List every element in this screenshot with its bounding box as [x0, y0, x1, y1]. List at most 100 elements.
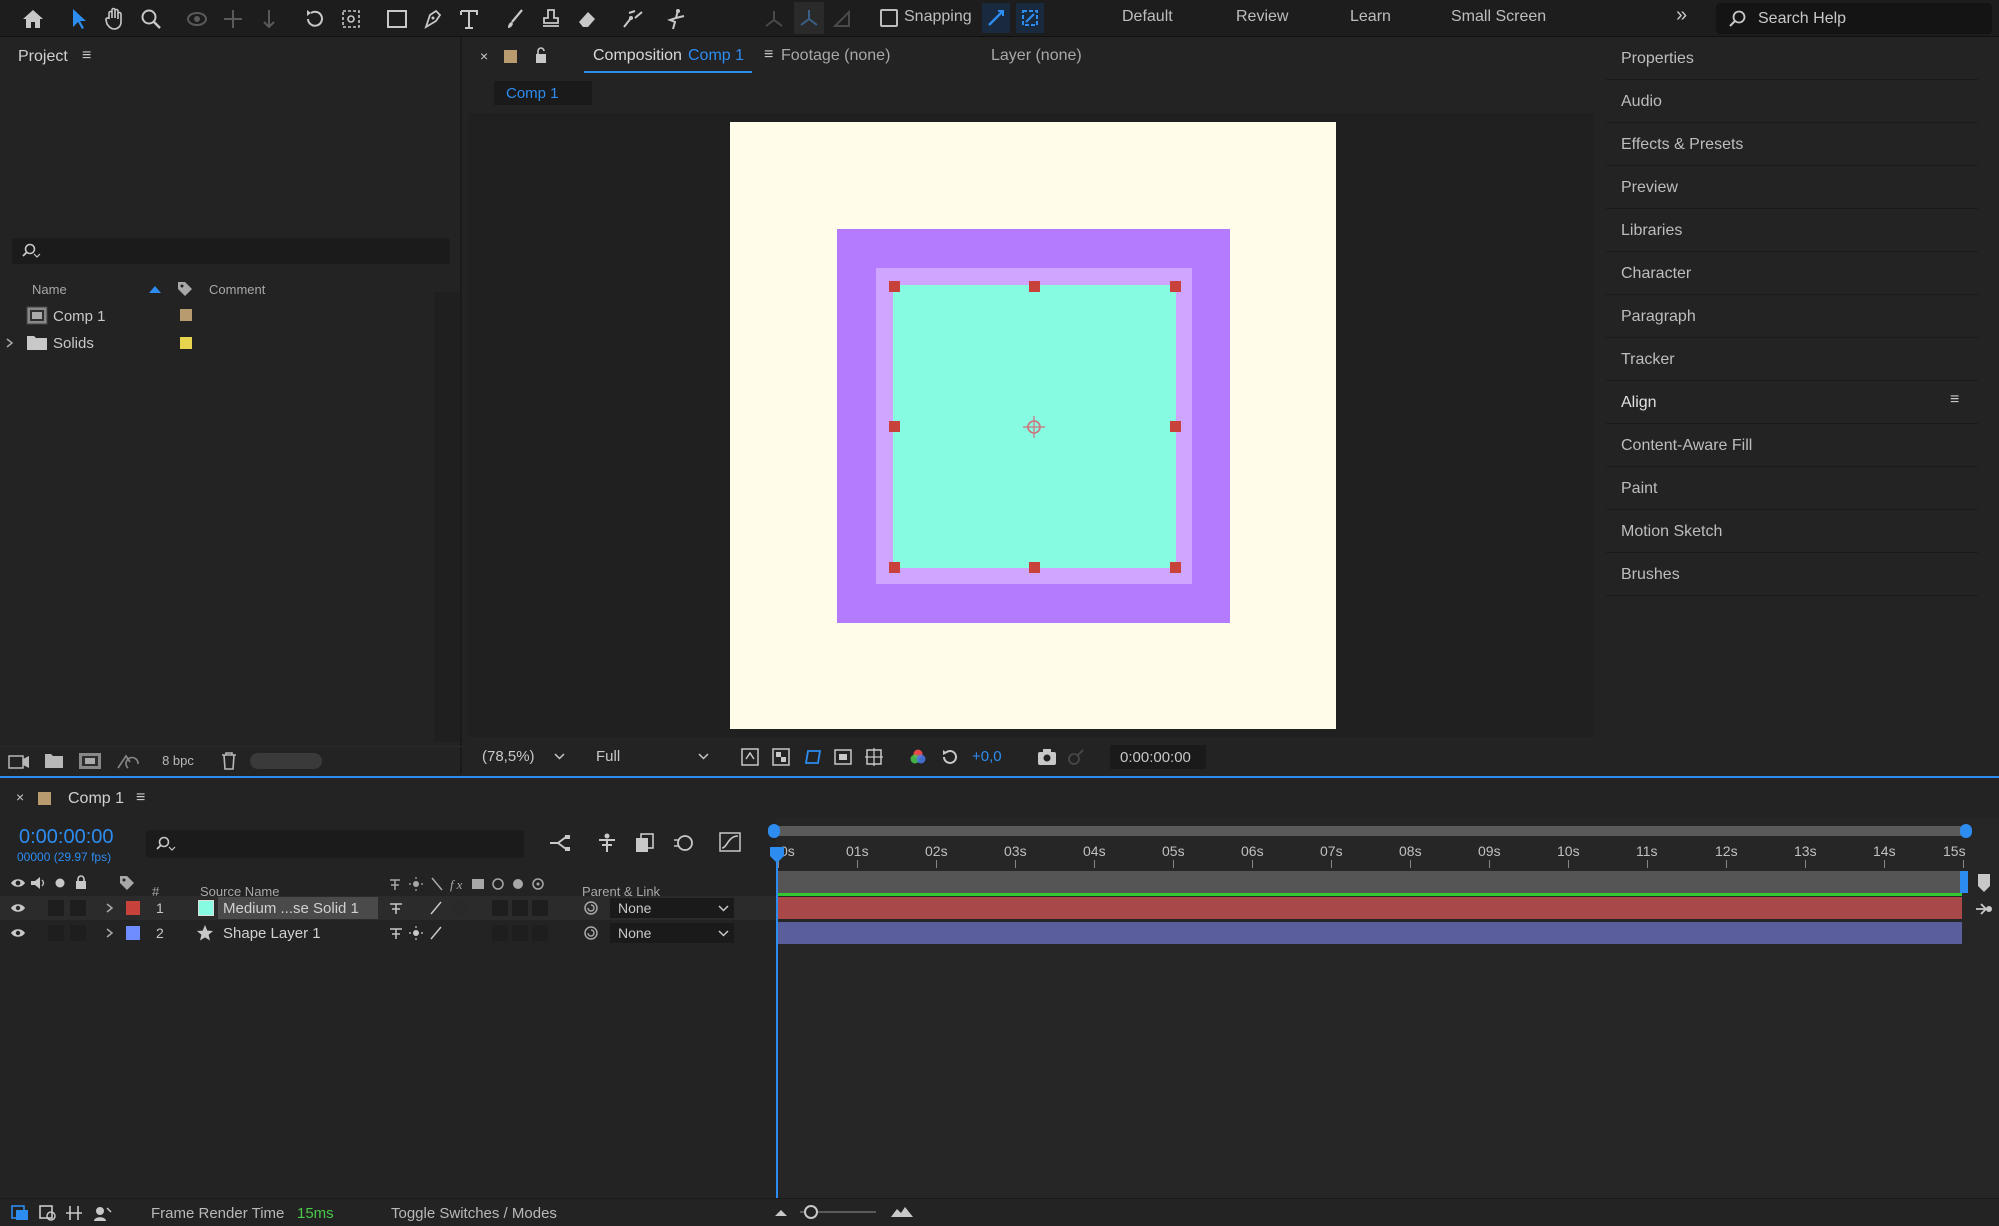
label-color-swatch[interactable]	[180, 309, 192, 321]
eraser-tool-icon[interactable]	[572, 4, 602, 34]
project-menu-icon[interactable]: ≡	[82, 47, 91, 65]
shy-switch-icon[interactable]	[388, 925, 404, 941]
panel-audio[interactable]: Audio	[1606, 81, 1978, 123]
quality-switch-icon[interactable]	[428, 900, 444, 916]
new-composition-icon[interactable]	[78, 752, 102, 770]
layer-bar-shape[interactable]	[776, 922, 1962, 944]
layer-bar-solid[interactable]	[776, 897, 1962, 919]
layer-name[interactable]: Shape Layer 1	[223, 925, 321, 942]
adjustment-switch[interactable]	[512, 925, 528, 941]
workspace-review[interactable]: Review	[1236, 8, 1288, 26]
clone-stamp-tool-icon[interactable]	[536, 4, 566, 34]
local-axis-icon[interactable]	[760, 4, 788, 34]
transform-handle[interactable]	[889, 421, 900, 432]
frame-blending-icon[interactable]	[634, 832, 656, 854]
pen-tool-icon[interactable]	[418, 4, 448, 34]
lock-switch[interactable]	[70, 925, 86, 941]
label-column-icon[interactable]	[176, 280, 194, 298]
snapshot-icon[interactable]	[1036, 747, 1058, 767]
align-menu-icon[interactable]: ≡	[1950, 391, 1959, 409]
effect-switch[interactable]	[452, 900, 468, 916]
motion-blur-switch[interactable]	[492, 925, 508, 941]
workspace-default[interactable]: Default	[1122, 8, 1173, 26]
exposure-value[interactable]: +0,0	[972, 748, 1002, 765]
type-tool-icon[interactable]	[454, 4, 484, 34]
transform-handle[interactable]	[1029, 281, 1040, 292]
panel-character[interactable]: Character	[1606, 253, 1978, 295]
switches-header-icons[interactable]: fx	[388, 876, 554, 892]
panel-properties[interactable]: Properties	[1606, 38, 1978, 80]
project-item-comp[interactable]: Comp 1	[0, 303, 434, 329]
eye-icon[interactable]	[10, 927, 26, 939]
layer-label-color[interactable]	[126, 901, 140, 915]
label-header-icon[interactable]	[118, 875, 136, 891]
interpret-footage-icon[interactable]	[8, 753, 30, 771]
roto-brush-tool-icon[interactable]	[618, 4, 648, 34]
chevron-right-icon[interactable]	[6, 338, 14, 348]
bit-depth-button[interactable]: 8 bpc	[150, 751, 206, 771]
rotation-tool-icon[interactable]	[300, 4, 330, 34]
fast-previews-icon[interactable]	[740, 747, 760, 767]
quality-switch-icon[interactable]	[428, 925, 444, 941]
new-folder-icon[interactable]	[44, 752, 64, 770]
panel-paint[interactable]: Paint	[1606, 468, 1978, 510]
shy-layers-icon[interactable]	[596, 832, 618, 854]
collapse-switch-icon[interactable]	[408, 925, 424, 941]
world-axis-icon[interactable]	[794, 2, 824, 34]
tab-composition-name[interactable]: Comp 1	[688, 47, 744, 65]
lock-icon[interactable]	[534, 47, 548, 64]
sort-ascending-icon[interactable]	[148, 285, 162, 294]
resolution-dropdown[interactable]: Full	[588, 745, 712, 769]
adjust-settings-icon[interactable]	[116, 752, 140, 770]
timecode-display[interactable]: 0:00:00:00	[1110, 745, 1206, 769]
chevron-right-icon[interactable]	[106, 903, 114, 913]
transform-handle[interactable]	[889, 562, 900, 573]
lock-switch[interactable]	[70, 900, 86, 916]
playhead-icon[interactable]	[769, 846, 785, 864]
orbit-tool-icon[interactable]	[182, 4, 212, 34]
anchor-point-icon[interactable]	[1020, 414, 1048, 440]
solo-switch[interactable]	[48, 900, 64, 916]
close-icon[interactable]: ×	[480, 48, 488, 64]
rectangle-tool-icon[interactable]	[382, 4, 412, 34]
thumbnail-slider[interactable]	[250, 753, 322, 769]
solo-switch[interactable]	[48, 925, 64, 941]
trash-icon[interactable]	[220, 751, 238, 771]
magnification-dropdown[interactable]: (78,5%)	[474, 745, 568, 769]
reset-exposure-icon[interactable]	[940, 747, 960, 767]
dolly-tool-icon[interactable]	[254, 4, 284, 34]
puppet-tool-icon[interactable]	[662, 4, 692, 34]
adjustment-switch[interactable]	[512, 900, 528, 916]
label-color-swatch[interactable]	[180, 337, 192, 349]
snap-features-icon[interactable]	[1016, 3, 1044, 33]
transfer-controls-icon[interactable]	[38, 1204, 58, 1222]
panel-effects-presets[interactable]: Effects & Presets	[1606, 124, 1978, 166]
table-row[interactable]: 2 Shape Layer 1 None	[0, 921, 776, 945]
name-column-header[interactable]: Name	[32, 282, 67, 297]
region-of-interest-icon[interactable]	[833, 747, 853, 767]
panel-tracker[interactable]: Tracker	[1606, 339, 1978, 381]
search-help-field[interactable]: Search Help	[1716, 3, 1992, 34]
view-axis-icon[interactable]	[828, 4, 856, 34]
table-row[interactable]: 1 Medium ...se Solid 1 None	[0, 896, 776, 920]
timeline-menu-icon[interactable]: ≡	[136, 789, 145, 807]
motion-blur-switch[interactable]	[492, 900, 508, 916]
comp-marker-bin-icon[interactable]	[1976, 872, 1992, 894]
toggle-switches-modes-button[interactable]: Toggle Switches / Modes	[391, 1205, 557, 1222]
eye-icon[interactable]	[10, 902, 26, 914]
transform-handle[interactable]	[1029, 562, 1040, 573]
tab-layer[interactable]: Layer (none)	[991, 47, 1082, 65]
lock-header-icon[interactable]	[74, 875, 88, 890]
zoom-in-icon[interactable]	[890, 1204, 914, 1218]
close-icon[interactable]: ×	[16, 789, 24, 805]
selection-tool-icon[interactable]	[64, 4, 94, 34]
composition-mini-flowchart-icon[interactable]	[548, 833, 572, 853]
comment-column-header[interactable]: Comment	[209, 282, 265, 297]
playhead-line[interactable]	[776, 849, 778, 1198]
panel-content-aware-fill[interactable]: Content-Aware Fill	[1606, 425, 1978, 467]
workspace-learn[interactable]: Learn	[1350, 8, 1391, 26]
breadcrumb-comp[interactable]: Comp 1	[506, 85, 559, 102]
tab-composition-label[interactable]: Composition	[593, 47, 682, 65]
render-icon[interactable]	[1974, 900, 1994, 918]
pick-whip-icon[interactable]	[582, 925, 600, 941]
